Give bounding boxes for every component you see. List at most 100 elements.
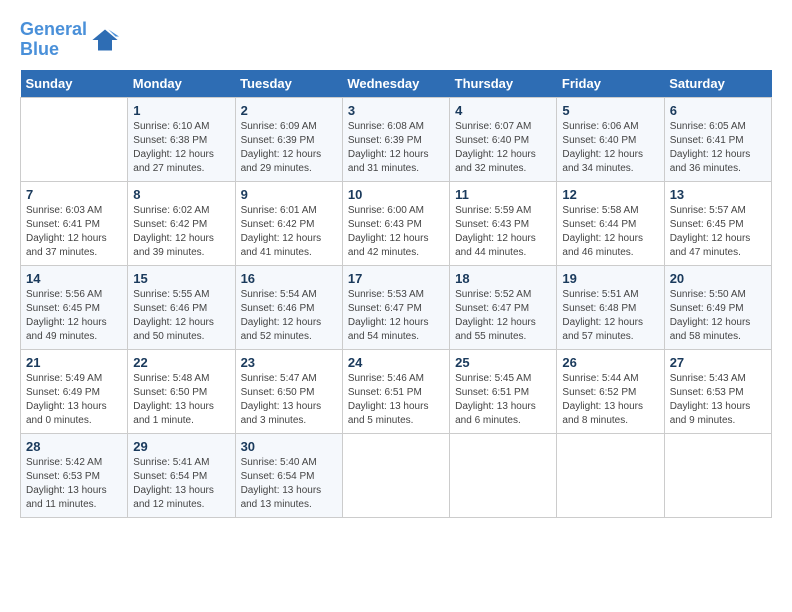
calendar-cell: 17 Sunrise: 5:53 AM Sunset: 6:47 PM Dayli… [342, 265, 449, 349]
calendar-week-row: 28 Sunrise: 5:42 AM Sunset: 6:53 PM Dayli… [21, 433, 772, 517]
calendar-cell: 11 Sunrise: 5:59 AM Sunset: 6:43 PM Dayli… [450, 181, 557, 265]
calendar-cell: 26Sunrise: 5:44 AM Sunset: 6:52 PM Dayli… [557, 349, 664, 433]
calendar-cell [557, 433, 664, 517]
calendar-cell: 4 Sunrise: 6:07 AM Sunset: 6:40 PM Daylig… [450, 97, 557, 181]
day-number: 20 [670, 271, 766, 286]
calendar-cell: 10Sunrise: 6:00 AM Sunset: 6:43 PM Dayli… [342, 181, 449, 265]
day-number: 30 [241, 439, 337, 454]
day-number: 14 [26, 271, 122, 286]
day-info: Sunrise: 5:47 AM Sunset: 6:50 PM Dayligh… [241, 372, 337, 428]
calendar-cell: 8 Sunrise: 6:02 AM Sunset: 6:42 PM Daylig… [128, 181, 235, 265]
day-number: 27 [670, 355, 766, 370]
day-number: 7 [26, 187, 122, 202]
calendar-cell: 9Sunrise: 6:01 AM Sunset: 6:42 PM Daylig… [235, 181, 342, 265]
day-number: 17 [348, 271, 444, 286]
weekday-header: Tuesday [235, 70, 342, 98]
calendar-cell: 28 Sunrise: 5:42 AM Sunset: 6:53 PM Dayli… [21, 433, 128, 517]
day-number: 16 [241, 271, 337, 286]
logo-icon [91, 26, 119, 54]
day-info: Sunrise: 6:07 AM Sunset: 6:40 PM Dayligh… [455, 120, 551, 176]
weekday-header-row: SundayMondayTuesdayWednesdayThursdayFrid… [21, 70, 772, 98]
calendar-cell: 25Sunrise: 5:45 AM Sunset: 6:51 PM Dayli… [450, 349, 557, 433]
day-number: 8 [133, 187, 229, 202]
day-info: Sunrise: 5:55 AM Sunset: 6:46 PM Dayligh… [133, 288, 229, 344]
day-info: Sunrise: 5:53 AM Sunset: 6:47 PM Dayligh… [348, 288, 444, 344]
day-number: 11 [455, 187, 551, 202]
day-info: Sunrise: 5:46 AM Sunset: 6:51 PM Dayligh… [348, 372, 444, 428]
day-number: 1 [133, 103, 229, 118]
weekday-header: Wednesday [342, 70, 449, 98]
day-number: 22 [133, 355, 229, 370]
weekday-header: Monday [128, 70, 235, 98]
day-number: 19 [562, 271, 658, 286]
weekday-header: Friday [557, 70, 664, 98]
day-info: Sunrise: 6:00 AM Sunset: 6:43 PM Dayligh… [348, 204, 444, 260]
day-number: 29 [133, 439, 229, 454]
calendar-cell: 21 Sunrise: 5:49 AM Sunset: 6:49 PM Dayli… [21, 349, 128, 433]
weekday-header: Sunday [21, 70, 128, 98]
day-number: 12 [562, 187, 658, 202]
calendar-week-row: 1 Sunrise: 6:10 AM Sunset: 6:38 PM Daylig… [21, 97, 772, 181]
calendar-week-row: 7 Sunrise: 6:03 AM Sunset: 6:41 PM Daylig… [21, 181, 772, 265]
day-number: 21 [26, 355, 122, 370]
day-number: 24 [348, 355, 444, 370]
calendar-cell: 29 Sunrise: 5:41 AM Sunset: 6:54 PM Dayli… [128, 433, 235, 517]
day-number: 23 [241, 355, 337, 370]
calendar-cell: 5 Sunrise: 6:06 AM Sunset: 6:40 PM Daylig… [557, 97, 664, 181]
day-info: Sunrise: 5:51 AM Sunset: 6:48 PM Dayligh… [562, 288, 658, 344]
day-info: Sunrise: 5:50 AM Sunset: 6:49 PM Dayligh… [670, 288, 766, 344]
calendar-cell [21, 97, 128, 181]
calendar-cell: 30 Sunrise: 5:40 AM Sunset: 6:54 PM Dayli… [235, 433, 342, 517]
day-info: Sunrise: 6:03 AM Sunset: 6:41 PM Dayligh… [26, 204, 122, 260]
day-info: Sunrise: 5:49 AM Sunset: 6:49 PM Dayligh… [26, 372, 122, 428]
calendar-table: SundayMondayTuesdayWednesdayThursdayFrid… [20, 70, 772, 518]
day-info: Sunrise: 6:06 AM Sunset: 6:40 PM Dayligh… [562, 120, 658, 176]
logo-text: GeneralBlue [20, 20, 87, 60]
calendar-cell [450, 433, 557, 517]
day-number: 15 [133, 271, 229, 286]
calendar-cell: 14 Sunrise: 5:56 AM Sunset: 6:45 PM Dayli… [21, 265, 128, 349]
calendar-cell: 6Sunrise: 6:05 AM Sunset: 6:41 PM Daylig… [664, 97, 771, 181]
day-info: Sunrise: 5:56 AM Sunset: 6:45 PM Dayligh… [26, 288, 122, 344]
day-info: Sunrise: 6:01 AM Sunset: 6:42 PM Dayligh… [241, 204, 337, 260]
day-info: Sunrise: 6:10 AM Sunset: 6:38 PM Dayligh… [133, 120, 229, 176]
day-info: Sunrise: 5:59 AM Sunset: 6:43 PM Dayligh… [455, 204, 551, 260]
calendar-cell [342, 433, 449, 517]
day-number: 6 [670, 103, 766, 118]
day-info: Sunrise: 5:42 AM Sunset: 6:53 PM Dayligh… [26, 456, 122, 512]
day-number: 13 [670, 187, 766, 202]
day-number: 28 [26, 439, 122, 454]
calendar-cell: 19 Sunrise: 5:51 AM Sunset: 6:48 PM Dayli… [557, 265, 664, 349]
calendar-cell: 16 Sunrise: 5:54 AM Sunset: 6:46 PM Dayli… [235, 265, 342, 349]
day-info: Sunrise: 5:44 AM Sunset: 6:52 PM Dayligh… [562, 372, 658, 428]
day-info: Sunrise: 5:41 AM Sunset: 6:54 PM Dayligh… [133, 456, 229, 512]
day-info: Sunrise: 5:43 AM Sunset: 6:53 PM Dayligh… [670, 372, 766, 428]
calendar-cell: 3Sunrise: 6:08 AM Sunset: 6:39 PM Daylig… [342, 97, 449, 181]
day-number: 4 [455, 103, 551, 118]
calendar-cell: 22 Sunrise: 5:48 AM Sunset: 6:50 PM Dayli… [128, 349, 235, 433]
day-number: 5 [562, 103, 658, 118]
day-info: Sunrise: 5:57 AM Sunset: 6:45 PM Dayligh… [670, 204, 766, 260]
calendar-cell: 24 Sunrise: 5:46 AM Sunset: 6:51 PM Dayli… [342, 349, 449, 433]
day-info: Sunrise: 6:02 AM Sunset: 6:42 PM Dayligh… [133, 204, 229, 260]
header: GeneralBlue [20, 20, 772, 60]
calendar-cell: 13 Sunrise: 5:57 AM Sunset: 6:45 PM Dayli… [664, 181, 771, 265]
calendar-cell [664, 433, 771, 517]
calendar-cell: 7 Sunrise: 6:03 AM Sunset: 6:41 PM Daylig… [21, 181, 128, 265]
day-info: Sunrise: 5:58 AM Sunset: 6:44 PM Dayligh… [562, 204, 658, 260]
weekday-header: Thursday [450, 70, 557, 98]
day-info: Sunrise: 5:52 AM Sunset: 6:47 PM Dayligh… [455, 288, 551, 344]
day-number: 2 [241, 103, 337, 118]
day-info: Sunrise: 5:40 AM Sunset: 6:54 PM Dayligh… [241, 456, 337, 512]
logo: GeneralBlue [20, 20, 119, 60]
day-info: Sunrise: 5:54 AM Sunset: 6:46 PM Dayligh… [241, 288, 337, 344]
calendar-week-row: 21 Sunrise: 5:49 AM Sunset: 6:49 PM Dayli… [21, 349, 772, 433]
day-number: 25 [455, 355, 551, 370]
calendar-cell: 27 Sunrise: 5:43 AM Sunset: 6:53 PM Dayli… [664, 349, 771, 433]
weekday-header: Saturday [664, 70, 771, 98]
day-info: Sunrise: 5:48 AM Sunset: 6:50 PM Dayligh… [133, 372, 229, 428]
calendar-cell: 15 Sunrise: 5:55 AM Sunset: 6:46 PM Dayli… [128, 265, 235, 349]
calendar-cell: 12 Sunrise: 5:58 AM Sunset: 6:44 PM Dayli… [557, 181, 664, 265]
calendar-cell: 18Sunrise: 5:52 AM Sunset: 6:47 PM Dayli… [450, 265, 557, 349]
calendar-cell: 20 Sunrise: 5:50 AM Sunset: 6:49 PM Dayli… [664, 265, 771, 349]
